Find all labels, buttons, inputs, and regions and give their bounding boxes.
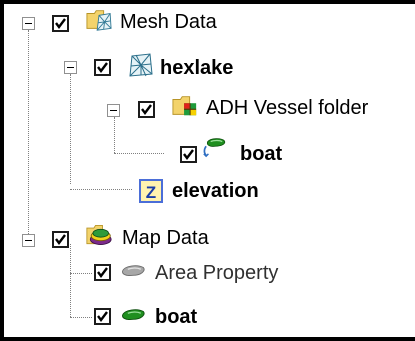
- collapse-toggle[interactable]: [107, 104, 120, 117]
- collapse-toggle[interactable]: [64, 61, 77, 74]
- gray-coverage-icon: [122, 265, 145, 276]
- map-data-checkbox[interactable]: [52, 231, 69, 248]
- boat-vessel-checkbox[interactable]: [180, 146, 197, 163]
- map-data-label: Map Data: [122, 227, 209, 249]
- elevation-label: elevation: [172, 180, 259, 202]
- collapse-toggle[interactable]: [22, 17, 35, 30]
- hexlake-label: hexlake: [160, 57, 234, 79]
- window-border-bottom: [0, 337, 415, 341]
- tree-line: [70, 244, 71, 317]
- adh-vessel-folder-label: ADH Vessel folder: [206, 97, 369, 119]
- map-folder-icon: [86, 225, 112, 245]
- green-coverage-icon: [122, 309, 145, 320]
- tree-line: [28, 30, 29, 242]
- hexlake-checkbox[interactable]: [94, 59, 111, 76]
- mesh-data-label: Mesh Data: [120, 11, 217, 33]
- adh-vessel-folder-checkbox[interactable]: [138, 101, 155, 118]
- collapse-toggle[interactable]: [22, 234, 35, 247]
- mesh-icon: [129, 53, 153, 77]
- boat-coverage-label: boat: [155, 306, 198, 328]
- mesh-data-checkbox[interactable]: [52, 15, 69, 32]
- boat-coverage-checkbox[interactable]: [94, 308, 111, 325]
- boat-vessel-icon: [203, 138, 226, 158]
- tree-line: [114, 153, 164, 154]
- area-property-label: Area Property: [155, 262, 279, 284]
- tree-line: [114, 117, 115, 153]
- tree-line: [70, 74, 71, 184]
- tree-line: [70, 273, 92, 274]
- boat-vessel-label: boat: [240, 143, 283, 165]
- tree-line: [70, 189, 132, 190]
- vessel-folder-icon: [172, 96, 197, 116]
- svg-text:Z: Z: [146, 183, 156, 202]
- tree-line: [70, 317, 92, 318]
- area-property-checkbox[interactable]: [94, 264, 111, 281]
- window-border-left: [0, 0, 4, 341]
- mesh-folder-icon: [86, 10, 112, 31]
- z-dataset-icon: Z: [139, 179, 163, 203]
- window-border-top: [0, 0, 415, 4]
